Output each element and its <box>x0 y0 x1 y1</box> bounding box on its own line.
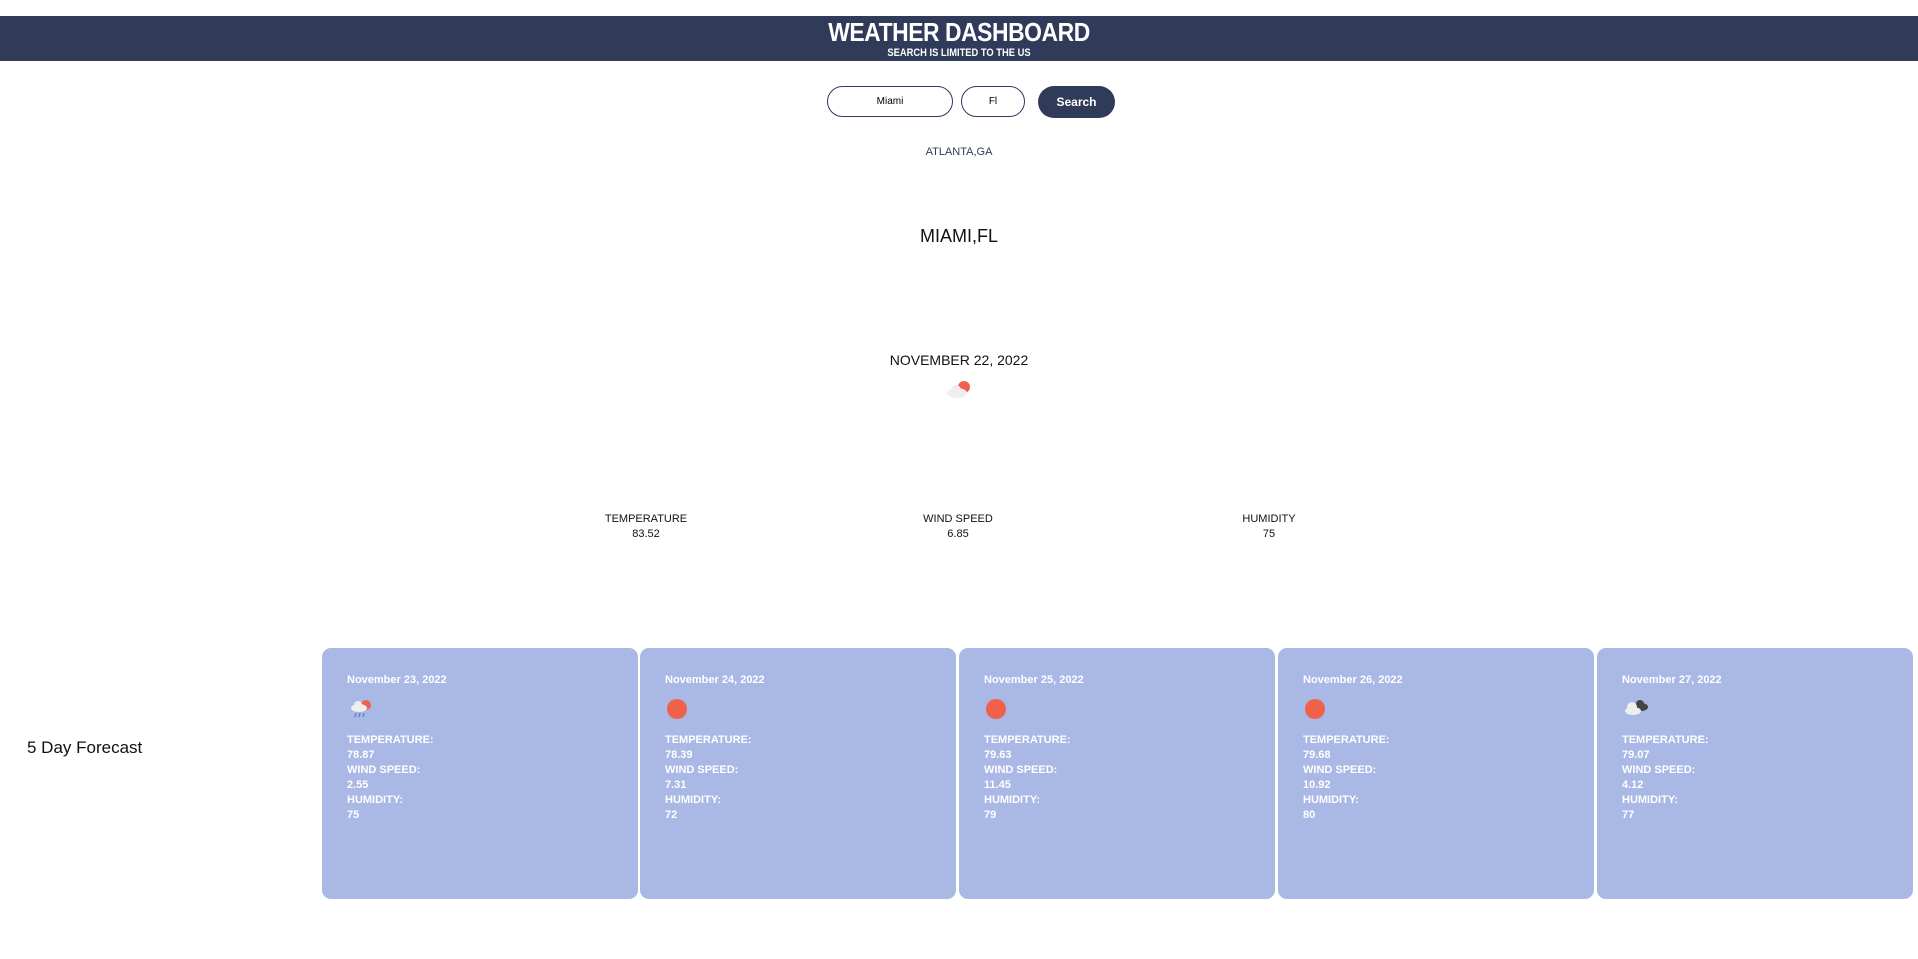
current-temperature: TEMPERATURE 83.52 <box>566 512 726 542</box>
forecast-humidity-label: HUMIDITY: <box>347 794 404 806</box>
forecast-temp-label: TEMPERATURE: <box>1303 734 1390 746</box>
forecast-humidity-value: 79 <box>984 809 997 821</box>
humidity-value: 75 <box>1262 528 1276 540</box>
search-button[interactable]: Search <box>1038 86 1115 118</box>
forecast-humidity-label: HUMIDITY: <box>1622 794 1679 806</box>
sun-icon <box>984 696 1014 722</box>
temperature-value: 83.52 <box>632 528 660 540</box>
history-item-atlanta[interactable]: ATLANTA,GA <box>0 146 1918 158</box>
forecast-temp-value: 78.39 <box>665 749 693 761</box>
current-city: MIAMI,FL <box>919 226 998 246</box>
forecast-temp-value: 78.87 <box>347 749 375 761</box>
sun-icon <box>1303 696 1333 722</box>
page-header: WEATHER DASHBOARD SEARCH IS LIMITED TO T… <box>0 16 1918 61</box>
forecast-wind-label: WIND SPEED: <box>665 764 739 776</box>
forecast-heading: 5 Day Forecast <box>27 738 143 757</box>
forecast-temp-value: 79.68 <box>1303 749 1331 761</box>
search-bar: Search <box>0 86 1918 119</box>
cloudy-icon <box>1622 696 1652 722</box>
wind-speed-value: 6.85 <box>947 528 969 540</box>
current-humidity: HUMIDITY 75 <box>1189 512 1349 542</box>
forecast-temp-value: 79.63 <box>984 749 1012 761</box>
forecast-wind-value: 4.12 <box>1622 779 1644 791</box>
current-wind-speed: WIND SPEED 6.85 <box>878 512 1038 542</box>
forecast-wind-label: WIND SPEED: <box>984 764 1058 776</box>
forecast-temp-label: TEMPERATURE: <box>984 734 1071 746</box>
forecast-wind-label: WIND SPEED: <box>1303 764 1377 776</box>
forecast-temp-label: TEMPERATURE: <box>347 734 434 746</box>
forecast-date: November 27, 2022 <box>1622 674 1722 686</box>
forecast-date: November 24, 2022 <box>665 674 765 686</box>
forecast-humidity-label: HUMIDITY: <box>1303 794 1360 806</box>
partly-cloudy-icon <box>944 378 974 400</box>
city-input[interactable] <box>827 86 953 117</box>
forecast-wind-value: 10.92 <box>1303 779 1331 791</box>
forecast-wind-label: WIND SPEED: <box>347 764 421 776</box>
forecast-wind-value: 7.31 <box>665 779 687 791</box>
wind-speed-label: WIND SPEED <box>923 513 993 525</box>
page-subtitle: SEARCH IS LIMITED TO THE US <box>887 47 1031 59</box>
rain-cloud-icon <box>347 696 377 722</box>
forecast-card: November 26, 2022 TEMPERATURE: 79.68 WIN… <box>1278 648 1594 899</box>
forecast-temp-value: 79.07 <box>1622 749 1650 761</box>
forecast-card: November 23, 2022 TEMPERATURE: 78.87 WIN… <box>322 648 638 899</box>
current-date: NOVEMBER 22, 2022 <box>889 352 1029 368</box>
forecast-humidity-value: 77 <box>1622 809 1635 821</box>
forecast-humidity-label: HUMIDITY: <box>665 794 722 806</box>
forecast-humidity-value: 80 <box>1303 809 1316 821</box>
page-title: WEATHER DASHBOARD <box>828 17 1090 47</box>
forecast-date: November 23, 2022 <box>347 674 447 686</box>
forecast-card: November 27, 2022 TEMPERATURE: 79.07 WIN… <box>1597 648 1913 899</box>
humidity-label: HUMIDITY <box>1242 513 1296 525</box>
forecast-wind-value: 11.45 <box>984 779 1011 791</box>
forecast-wind-label: WIND SPEED: <box>1622 764 1696 776</box>
forecast-card: November 25, 2022 TEMPERATURE: 79.63 WIN… <box>959 648 1275 899</box>
forecast-temp-label: TEMPERATURE: <box>1622 734 1709 746</box>
sun-icon <box>665 696 695 722</box>
forecast-humidity-label: HUMIDITY: <box>984 794 1041 806</box>
state-input[interactable] <box>961 86 1025 117</box>
forecast-wind-value: 2.55 <box>347 779 369 791</box>
forecast-temp-label: TEMPERATURE: <box>665 734 752 746</box>
temperature-label: TEMPERATURE <box>604 513 688 525</box>
forecast-date: November 26, 2022 <box>1303 674 1403 686</box>
forecast-card: November 24, 2022 TEMPERATURE: 78.39 WIN… <box>640 648 956 899</box>
forecast-humidity-value: 72 <box>665 809 678 821</box>
forecast-humidity-value: 75 <box>347 809 360 821</box>
forecast-date: November 25, 2022 <box>984 674 1084 686</box>
